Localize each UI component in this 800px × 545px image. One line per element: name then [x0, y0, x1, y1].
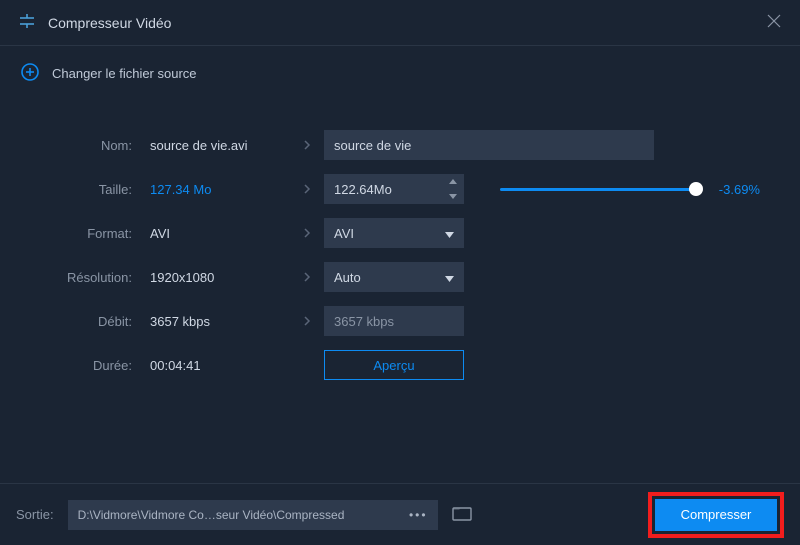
browse-button[interactable]: ••• — [403, 508, 428, 522]
resolution-value: 1920x1080 — [150, 270, 290, 285]
arrow-icon — [290, 271, 324, 283]
name-label: Nom: — [40, 138, 150, 153]
arrow-icon — [290, 315, 324, 327]
format-selected: AVI — [334, 226, 354, 241]
size-spinner[interactable]: 122.64Mo — [324, 174, 464, 204]
size-value: 127.34 Mo — [150, 182, 290, 197]
format-select[interactable]: AVI — [324, 218, 464, 248]
arrow-icon — [290, 139, 324, 151]
chevron-down-icon — [445, 270, 454, 285]
app-icon — [18, 12, 36, 33]
size-slider[interactable] — [500, 188, 696, 191]
bitrate-label: Débit: — [40, 314, 150, 329]
arrow-icon — [290, 227, 324, 239]
bitrate-target: 3657 kbps — [324, 306, 464, 336]
highlight-box: Compresser — [648, 492, 784, 538]
size-up-button[interactable] — [442, 174, 464, 189]
chevron-down-icon — [445, 226, 454, 241]
bitrate-value: 3657 kbps — [150, 314, 290, 329]
compress-button[interactable]: Compresser — [655, 499, 777, 531]
preview-button[interactable]: Aperçu — [324, 350, 464, 380]
duration-label: Durée: — [40, 358, 150, 373]
size-percent: -3.69% — [710, 182, 760, 197]
window-title: Compresseur Vidéo — [48, 15, 171, 31]
open-folder-button[interactable] — [452, 505, 472, 524]
output-label: Sortie: — [16, 507, 54, 522]
format-value: AVI — [150, 226, 290, 241]
resolution-select[interactable]: Auto — [324, 262, 464, 292]
duration-value: 00:04:41 — [150, 358, 290, 373]
output-path-box[interactable]: D:\Vidmore\Vidmore Co…seur Vidéo\Compres… — [68, 500, 438, 530]
resolution-selected: Auto — [334, 270, 361, 285]
arrow-icon — [290, 183, 324, 195]
resolution-label: Résolution: — [40, 270, 150, 285]
format-label: Format: — [40, 226, 150, 241]
name-input[interactable] — [324, 130, 654, 160]
size-target: 122.64Mo — [324, 182, 442, 197]
size-label: Taille: — [40, 182, 150, 197]
close-button[interactable] — [766, 13, 782, 32]
output-path: D:\Vidmore\Vidmore Co…seur Vidéo\Compres… — [78, 508, 345, 522]
name-value: source de vie.avi — [150, 138, 290, 153]
change-source-label[interactable]: Changer le fichier source — [52, 66, 197, 81]
add-source-icon[interactable] — [20, 62, 40, 85]
size-down-button[interactable] — [442, 189, 464, 204]
slider-thumb[interactable] — [689, 182, 703, 196]
